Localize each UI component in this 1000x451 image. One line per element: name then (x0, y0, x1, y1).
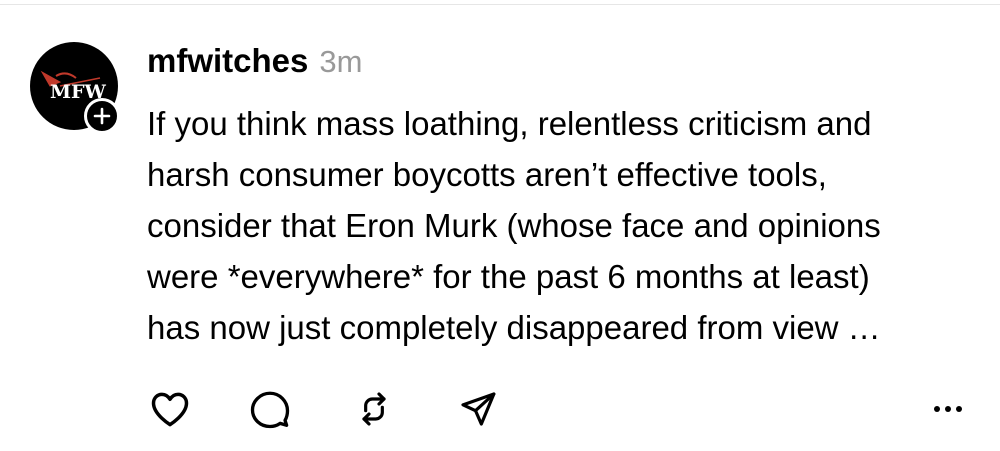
post-actions (0, 383, 1000, 435)
post-text-line: harsh consumer boycotts aren’t effective… (147, 156, 827, 193)
follow-button[interactable] (84, 98, 120, 134)
send-icon (461, 392, 496, 426)
share-button[interactable] (452, 383, 504, 435)
avatar-container: MFW (30, 42, 120, 134)
repost-icon (362, 392, 386, 426)
post-text-line: If you think mass loathing, relentless c… (147, 105, 872, 142)
post-text: If you think mass loathing, relentless c… (147, 98, 977, 353)
heart-icon (151, 392, 189, 427)
plus-icon (93, 107, 111, 125)
timestamp: 3m (319, 44, 363, 79)
post-text-line: were *everywhere* for the past 6 months … (147, 258, 870, 295)
username[interactable]: mfwitches (147, 42, 308, 80)
repost-button[interactable] (348, 383, 400, 435)
top-divider (0, 4, 1000, 5)
like-button[interactable] (144, 383, 196, 435)
post-text-line: consider that Eron Murk (whose face and … (147, 207, 881, 244)
reply-button[interactable] (244, 383, 296, 435)
post-text-line: has now just completely disappeared from… (147, 309, 881, 346)
more-options-button[interactable] (922, 383, 974, 435)
more-icon (934, 406, 962, 412)
comment-icon (250, 391, 290, 429)
post-header: mfwitches 3m (147, 42, 362, 86)
